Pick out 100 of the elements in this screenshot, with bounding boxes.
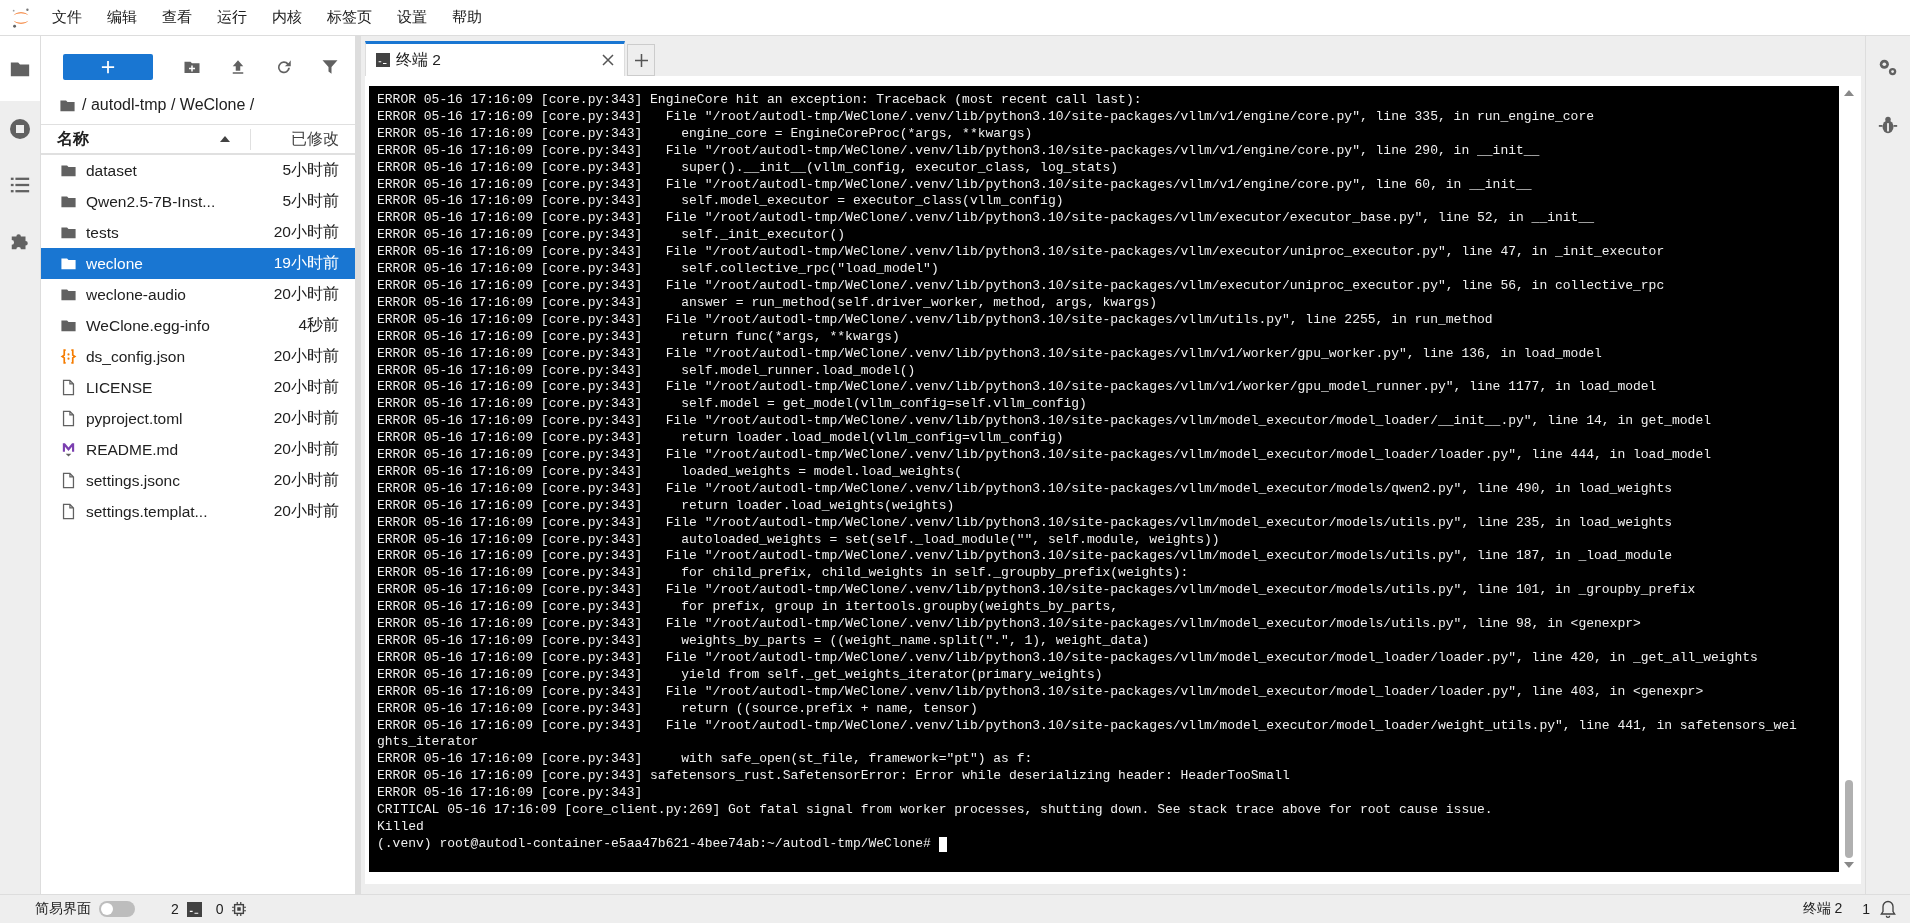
notification-count[interactable]: 1 (1862, 901, 1870, 917)
modified-time: 20小时前 (273, 222, 339, 242)
file-row[interactable]: weclone-audio 20小时前 (41, 279, 355, 310)
terminal-line: ERROR 05-16 17:16:09 [core.py:343] File "/root/autodl-tmp/WeClone/.venv/lib/python3.10/site-packages/vllm/model_executor/models/utils.py", line 235, in load_weights (377, 514, 1673, 532)
menu-item[interactable]: 内核 (272, 8, 302, 27)
modified-time: 20小时前 (273, 346, 339, 366)
terminal-line: ERROR 05-16 17:16:09 [core.py:343] EngineCore hit an exception: Traceback (most recent call last): (377, 92, 1143, 109)
file-row[interactable]: weclone 19小时前 (41, 248, 355, 279)
terminal-line: ERROR 05-16 17:16:09 [core.py:343] (377, 785, 644, 803)
terminal-icon[interactable] (186, 901, 202, 917)
terminal-line: ERROR 05-16 17:16:09 [core.py:343] self.model_executor = executor_class(vllm_config) (377, 193, 1065, 211)
new-launcher-button[interactable] (63, 54, 153, 80)
file-row[interactable]: dataset 5小时前 (41, 155, 355, 186)
menu-item[interactable]: 运行 (217, 8, 247, 27)
plus-icon (101, 60, 115, 74)
close-icon[interactable] (602, 54, 614, 66)
terminal-line: ERROR 05-16 17:16:09 [core.py:343] loaded_weights = model.load_weights( (377, 463, 964, 481)
modified-time: 20小时前 (273, 284, 339, 304)
terminal-line: ERROR 05-16 17:16:09 [core.py:343] engine_core = EngineCoreProc(*args, **kwargs) (377, 125, 1034, 143)
terminal-line: ERROR 05-16 17:16:09 [core.py:343] self.collective_rpc("load_model") (377, 261, 940, 278)
menu-item[interactable]: 文件 (52, 8, 82, 27)
terminal-line: ERROR 05-16 17:16:09 [core.py:343] super().__init__(vllm_config, executor_class, log_stats) (377, 159, 1120, 177)
filter-icon[interactable] (321, 58, 339, 76)
bug-icon[interactable] (1877, 114, 1899, 136)
file-name: README.md (86, 440, 180, 459)
simple-mode-toggle[interactable] (99, 901, 135, 917)
modified-time: 20小时前 (273, 408, 339, 428)
menu-item[interactable]: 查看 (162, 8, 192, 27)
terminal-line: ERROR 05-16 17:16:09 [core.py:343] File "/root/autodl-tmp/WeClone/.venv/lib/python3.10/site-packages/vllm/v1/engine/core.py", line 335, in run_engine_core (377, 108, 1595, 126)
file-row[interactable]: settings.jsonc 20小时前 (41, 465, 355, 496)
file-row[interactable]: tests 20小时前 (41, 217, 355, 248)
terminal-line: ERROR 05-16 17:16:09 [core.py:343] self._init_executor() (377, 227, 847, 245)
terminal-tab[interactable]: 终端 2 (365, 41, 625, 76)
terminal-line: ERROR 05-16 17:16:09 [core.py:343] weights_by_parts = ((weight_name.split(".", 1), weight_data) (377, 633, 1151, 650)
file-row[interactable]: Qwen2.5-7B-Inst... 5小时前 (41, 186, 355, 217)
braces-icon (60, 348, 77, 365)
terminal-line: ERROR 05-16 17:16:09 [core.py:343] return loader.load_model(vllm_config=vllm_config) (377, 430, 1065, 448)
terminal-count[interactable]: 2 (171, 901, 179, 917)
modified-time: 5小时前 (282, 191, 339, 211)
terminal-line: ERROR 05-16 17:16:09 [core.py:343] File "/root/autodl-tmp/WeClone/.venv/lib/python3.10/site-packages/vllm/v1/worker/gpu_model_runner.py", line 1177, in load_model (377, 379, 1658, 397)
file-icon (60, 410, 77, 427)
menu-item[interactable]: 帮助 (452, 8, 482, 27)
terminal-line: ERROR 05-16 17:16:09 [core.py:343] yield from self._get_weights_iterator(primary_weights) (377, 666, 1104, 684)
file-name: Qwen2.5-7B-Inst... (86, 192, 217, 211)
menu-item[interactable]: 标签页 (327, 8, 372, 27)
stop-icon[interactable] (8, 117, 32, 141)
terminal-line: ERROR 05-16 17:16:09 [core.py:343] File "/root/autodl-tmp/WeClone/.venv/lib/python3.10/site-packages/vllm/model_executor/model_loader/loader.py", line 403, in <genexpr> (377, 683, 1705, 701)
scrollbar-thumb[interactable] (1845, 780, 1853, 858)
terminal-line: ERROR 05-16 17:16:09 [core.py:343] File "/root/autodl-tmp/WeClone/.venv/lib/python3.10/site-packages/vllm/model_executor/models/utils.py", line 101, in _groupby_prefix (377, 582, 1697, 600)
kernel-count[interactable]: 0 (215, 901, 224, 917)
terminal-line: ERROR 05-16 17:16:09 [core.py:343] File "/root/autodl-tmp/WeClone/.venv/lib/python3.10/site-packages/vllm/model_executor/models/qwen2.py", line 490, in load_weights (377, 480, 1673, 498)
modified-column-header[interactable]: 已修改 (250, 128, 339, 150)
menu-item[interactable]: 编辑 (107, 8, 137, 27)
scroll-up-icon[interactable] (1844, 90, 1854, 96)
terminal-line: ERROR 05-16 17:16:09 [core.py:343] for child_prefix, child_weights in self._groupby_prefix(weights): (377, 565, 1190, 583)
terminal-line: ERROR 05-16 17:16:09 [core.py:343] return ((source.prefix + name, tensor) (377, 700, 979, 718)
tab-label: 终端 2 (396, 49, 442, 70)
file-row[interactable]: WeClone.egg-info 4秒前 (41, 310, 355, 341)
terminal-line: ERROR 05-16 17:16:09 [core.py:343] return func(*args, **kwargs) (377, 328, 901, 346)
terminal-line: ERROR 05-16 17:16:09 [core.py:343] File "/root/autodl-tmp/WeClone/.venv/lib/python3.10/site-packages/vllm/utils.py", line 2255, in run_method (377, 311, 1494, 329)
menu-item[interactable]: 设置 (397, 8, 427, 27)
terminal-line: Killed (377, 818, 425, 836)
file-row[interactable]: settings.templat... 20小时前 (41, 496, 355, 527)
terminal-cursor (938, 836, 947, 852)
name-column-header[interactable]: 名称 (57, 128, 89, 150)
terminal-line: ERROR 05-16 17:16:09 [core.py:343] answer = run_method(self.driver_worker, method, args, kwargs) (377, 294, 1159, 312)
terminal-line: ghts_iterator (377, 734, 480, 752)
new-tab-button[interactable] (627, 44, 655, 76)
breadcrumb-path[interactable]: / autodl-tmp / WeClone / (82, 96, 255, 114)
terminal-line: ERROR 05-16 17:16:09 [core.py:343] File "/root/autodl-tmp/WeClone/.venv/lib/python3.10/site-packages/vllm/model_executor/model_loader/__init__.py", line 14, in get_model (377, 413, 1713, 431)
file-name: WeClone.egg-info (86, 316, 211, 335)
file-row[interactable]: LICENSE 20小时前 (41, 372, 355, 403)
terminal-line: ERROR 05-16 17:16:09 [core.py:343] File "/root/autodl-tmp/WeClone/.venv/lib/python3.10/site-packages/vllm/v1/engine/core.py", line 290, in __init__ (377, 142, 1541, 160)
terminal-line: ERROR 05-16 17:16:09 [core.py:343] for prefix, group in itertools.groupby(weights_by_parts, (377, 599, 1120, 617)
terminal-line: ERROR 05-16 17:16:09 [core.py:343] File "/root/autodl-tmp/WeClone/.venv/lib/python3.10/site-packages/vllm/v1/worker/gpu_worker.py", line 136, in load_model (377, 345, 1603, 363)
plus-icon (634, 53, 648, 67)
terminal-line: ERROR 05-16 17:16:09 [core.py:343] File "/root/autodl-tmp/WeClone/.venv/lib/python3.10/site-packages/vllm/model_executor/model_loader/loader.py", line 420, in _get_all_weights (377, 649, 1759, 667)
terminal-prompt: (.venv) root@autodl-container-e5aa47b621-4bee74ab:~/autodl-tmp/WeClone# (377, 835, 931, 853)
simple-mode-label: 简易界面 (35, 900, 91, 918)
active-tab-name[interactable]: 终端 2 (1802, 900, 1843, 918)
modified-time: 19小时前 (273, 253, 339, 273)
chip-icon[interactable] (231, 902, 246, 916)
file-name: weclone (86, 254, 144, 273)
bell-icon[interactable] (1878, 899, 1898, 919)
scroll-down-icon[interactable] (1844, 862, 1854, 868)
terminal-line: ERROR 05-16 17:16:09 [core.py:343] File "/root/autodl-tmp/WeClone/.venv/lib/python3.10/site-packages/vllm/model_executor/models/utils.py", line 98, in <genexpr> (377, 616, 1642, 633)
sort-ascending-icon (220, 136, 230, 142)
file-row[interactable]: ds_config.json 20小时前 (41, 341, 355, 372)
file-name: dataset (86, 161, 138, 180)
modified-time: 4秒前 (298, 315, 339, 335)
terminal-line: ERROR 05-16 17:16:09 [core.py:343] File "/root/autodl-tmp/WeClone/.venv/lib/python3.10/site-packages/vllm/executor/uniproc_executor.py", line 47, in _init_executor (377, 244, 1666, 262)
terminal-line: ERROR 05-16 17:16:09 [core.py:343] with safe_open(st_file, framework="pt") as f: (377, 751, 1034, 769)
terminal-screen[interactable] (369, 86, 1839, 872)
file-name: weclone-audio (86, 285, 187, 304)
modified-time: 20小时前 (273, 377, 339, 397)
file-row[interactable]: README.md 20小时前 (41, 434, 355, 465)
file-icon (60, 503, 77, 520)
file-name: pyproject.toml (86, 409, 184, 428)
refresh-icon[interactable] (275, 58, 293, 76)
file-row[interactable]: pyproject.toml 20小时前 (41, 403, 355, 434)
